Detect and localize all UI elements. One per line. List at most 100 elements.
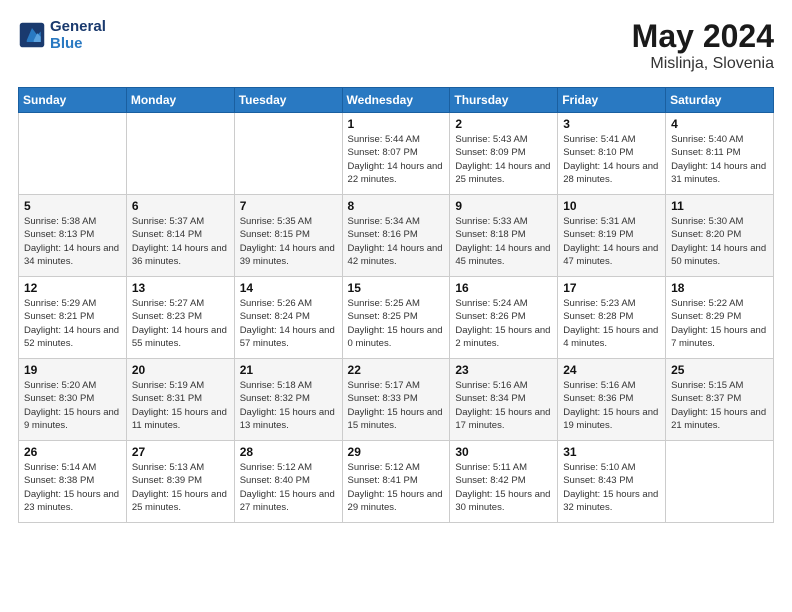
day-info: Sunrise: 5:35 AMSunset: 8:15 PMDaylight:… bbox=[240, 215, 337, 268]
day-info: Sunrise: 5:14 AMSunset: 8:38 PMDaylight:… bbox=[24, 461, 121, 514]
day-number: 10 bbox=[563, 199, 660, 213]
day-info: Sunrise: 5:37 AMSunset: 8:14 PMDaylight:… bbox=[132, 215, 229, 268]
logo-text: General Blue bbox=[50, 18, 106, 53]
day-info: Sunrise: 5:13 AMSunset: 8:39 PMDaylight:… bbox=[132, 461, 229, 514]
day-info: Sunrise: 5:43 AMSunset: 8:09 PMDaylight:… bbox=[455, 133, 552, 186]
day-info: Sunrise: 5:23 AMSunset: 8:28 PMDaylight:… bbox=[563, 297, 660, 350]
day-number: 23 bbox=[455, 363, 552, 377]
day-cell: 27 Sunrise: 5:13 AMSunset: 8:39 PMDayligh… bbox=[126, 441, 234, 523]
day-number: 19 bbox=[24, 363, 121, 377]
week-row-3: 12Sunrise: 5:29 AMSunset: 8:21 PMDayligh… bbox=[19, 277, 774, 359]
day-info: Sunrise: 5:22 AMSunset: 8:29 PMDaylight:… bbox=[671, 297, 768, 350]
day-cell: 17 Sunrise: 5:23 AMSunset: 8:28 PMDayligh… bbox=[558, 277, 666, 359]
title-block: May 2024 Mislinja, Slovenia bbox=[632, 18, 774, 73]
day-info: Sunrise: 5:18 AMSunset: 8:32 PMDaylight:… bbox=[240, 379, 337, 432]
day-number: 17 bbox=[563, 281, 660, 295]
day-cell: 8 Sunrise: 5:34 AMSunset: 8:16 PMDaylight… bbox=[342, 195, 450, 277]
day-cell bbox=[19, 113, 127, 195]
day-info: Sunrise: 5:20 AMSunset: 8:30 PMDaylight:… bbox=[24, 379, 121, 432]
day-info: Sunrise: 5:31 AMSunset: 8:19 PMDaylight:… bbox=[563, 215, 660, 268]
day-number: 24 bbox=[563, 363, 660, 377]
day-info: Sunrise: 5:16 AMSunset: 8:34 PMDaylight:… bbox=[455, 379, 552, 432]
calendar-page: General Blue May 2024 Mislinja, Slovenia… bbox=[0, 0, 792, 612]
day-cell: 21 Sunrise: 5:18 AMSunset: 8:32 PMDayligh… bbox=[234, 359, 342, 441]
day-number: 30 bbox=[455, 445, 552, 459]
day-info: Sunrise: 5:11 AMSunset: 8:42 PMDaylight:… bbox=[455, 461, 552, 514]
week-row-5: 26 Sunrise: 5:14 AMSunset: 8:38 PMDayligh… bbox=[19, 441, 774, 523]
day-number: 4 bbox=[671, 117, 768, 131]
day-info: Sunrise: 5:17 AMSunset: 8:33 PMDaylight:… bbox=[348, 379, 445, 432]
day-info: Sunrise: 5:16 AMSunset: 8:36 PMDaylight:… bbox=[563, 379, 660, 432]
day-number: 11 bbox=[671, 199, 768, 213]
week-row-4: 19 Sunrise: 5:20 AMSunset: 8:30 PMDayligh… bbox=[19, 359, 774, 441]
day-cell: 22Sunrise: 5:17 AMSunset: 8:33 PMDayligh… bbox=[342, 359, 450, 441]
day-number: 29 bbox=[348, 445, 445, 459]
day-number: 27 bbox=[132, 445, 229, 459]
day-number: 26 bbox=[24, 445, 121, 459]
week-row-2: 5Sunrise: 5:38 AMSunset: 8:13 PMDaylight… bbox=[19, 195, 774, 277]
day-info: Sunrise: 5:34 AMSunset: 8:16 PMDaylight:… bbox=[348, 215, 445, 268]
day-cell: 11 Sunrise: 5:30 AMSunset: 8:20 PMDayligh… bbox=[666, 195, 774, 277]
header: General Blue May 2024 Mislinja, Slovenia bbox=[18, 18, 774, 73]
day-number: 16 bbox=[455, 281, 552, 295]
day-info: Sunrise: 5:44 AMSunset: 8:07 PMDaylight:… bbox=[348, 133, 445, 186]
day-cell: 12Sunrise: 5:29 AMSunset: 8:21 PMDayligh… bbox=[19, 277, 127, 359]
day-number: 18 bbox=[671, 281, 768, 295]
day-cell: 7Sunrise: 5:35 AMSunset: 8:15 PMDaylight… bbox=[234, 195, 342, 277]
day-cell: 15 Sunrise: 5:25 AMSunset: 8:25 PMDayligh… bbox=[342, 277, 450, 359]
weekday-header-tuesday: Tuesday bbox=[234, 88, 342, 113]
day-cell: 4 Sunrise: 5:40 AMSunset: 8:11 PMDaylight… bbox=[666, 113, 774, 195]
day-info: Sunrise: 5:41 AMSunset: 8:10 PMDaylight:… bbox=[563, 133, 660, 186]
day-number: 2 bbox=[455, 117, 552, 131]
day-info: Sunrise: 5:19 AMSunset: 8:31 PMDaylight:… bbox=[132, 379, 229, 432]
day-cell: 25Sunrise: 5:15 AMSunset: 8:37 PMDayligh… bbox=[666, 359, 774, 441]
day-cell: 30 Sunrise: 5:11 AMSunset: 8:42 PMDayligh… bbox=[450, 441, 558, 523]
weekday-header-row: SundayMondayTuesdayWednesdayThursdayFrid… bbox=[19, 88, 774, 113]
day-cell: 9 Sunrise: 5:33 AMSunset: 8:18 PMDaylight… bbox=[450, 195, 558, 277]
day-cell: 20 Sunrise: 5:19 AMSunset: 8:31 PMDayligh… bbox=[126, 359, 234, 441]
day-info: Sunrise: 5:10 AMSunset: 8:43 PMDaylight:… bbox=[563, 461, 660, 514]
week-row-1: 1 Sunrise: 5:44 AMSunset: 8:07 PMDaylight… bbox=[19, 113, 774, 195]
weekday-header-friday: Friday bbox=[558, 88, 666, 113]
day-cell: 16 Sunrise: 5:24 AMSunset: 8:26 PMDayligh… bbox=[450, 277, 558, 359]
location: Mislinja, Slovenia bbox=[632, 55, 774, 73]
day-cell: 31 Sunrise: 5:10 AMSunset: 8:43 PMDayligh… bbox=[558, 441, 666, 523]
day-cell: 18 Sunrise: 5:22 AMSunset: 8:29 PMDayligh… bbox=[666, 277, 774, 359]
weekday-header-wednesday: Wednesday bbox=[342, 88, 450, 113]
day-info: Sunrise: 5:30 AMSunset: 8:20 PMDaylight:… bbox=[671, 215, 768, 268]
day-number: 1 bbox=[348, 117, 445, 131]
day-info: Sunrise: 5:26 AMSunset: 8:24 PMDaylight:… bbox=[240, 297, 337, 350]
day-number: 8 bbox=[348, 199, 445, 213]
day-cell bbox=[234, 113, 342, 195]
day-cell: 19 Sunrise: 5:20 AMSunset: 8:30 PMDayligh… bbox=[19, 359, 127, 441]
day-cell: 5Sunrise: 5:38 AMSunset: 8:13 PMDaylight… bbox=[19, 195, 127, 277]
day-cell: 29 Sunrise: 5:12 AMSunset: 8:41 PMDayligh… bbox=[342, 441, 450, 523]
day-info: Sunrise: 5:29 AMSunset: 8:21 PMDaylight:… bbox=[24, 297, 121, 350]
day-info: Sunrise: 5:27 AMSunset: 8:23 PMDaylight:… bbox=[132, 297, 229, 350]
day-number: 9 bbox=[455, 199, 552, 213]
day-number: 20 bbox=[132, 363, 229, 377]
day-cell: 2 Sunrise: 5:43 AMSunset: 8:09 PMDaylight… bbox=[450, 113, 558, 195]
day-cell: 23 Sunrise: 5:16 AMSunset: 8:34 PMDayligh… bbox=[450, 359, 558, 441]
calendar-table: SundayMondayTuesdayWednesdayThursdayFrid… bbox=[18, 87, 774, 523]
day-cell: 14 Sunrise: 5:26 AMSunset: 8:24 PMDayligh… bbox=[234, 277, 342, 359]
day-info: Sunrise: 5:33 AMSunset: 8:18 PMDaylight:… bbox=[455, 215, 552, 268]
day-cell: 13 Sunrise: 5:27 AMSunset: 8:23 PMDayligh… bbox=[126, 277, 234, 359]
day-number: 6 bbox=[132, 199, 229, 213]
day-cell bbox=[126, 113, 234, 195]
logo-icon bbox=[18, 21, 46, 49]
day-number: 21 bbox=[240, 363, 337, 377]
day-cell bbox=[666, 441, 774, 523]
day-info: Sunrise: 5:24 AMSunset: 8:26 PMDaylight:… bbox=[455, 297, 552, 350]
day-number: 5 bbox=[24, 199, 121, 213]
day-number: 15 bbox=[348, 281, 445, 295]
weekday-header-thursday: Thursday bbox=[450, 88, 558, 113]
day-number: 25 bbox=[671, 363, 768, 377]
day-info: Sunrise: 5:12 AMSunset: 8:41 PMDaylight:… bbox=[348, 461, 445, 514]
day-number: 13 bbox=[132, 281, 229, 295]
day-cell: 24 Sunrise: 5:16 AMSunset: 8:36 PMDayligh… bbox=[558, 359, 666, 441]
day-info: Sunrise: 5:25 AMSunset: 8:25 PMDaylight:… bbox=[348, 297, 445, 350]
day-number: 14 bbox=[240, 281, 337, 295]
day-info: Sunrise: 5:40 AMSunset: 8:11 PMDaylight:… bbox=[671, 133, 768, 186]
day-number: 31 bbox=[563, 445, 660, 459]
